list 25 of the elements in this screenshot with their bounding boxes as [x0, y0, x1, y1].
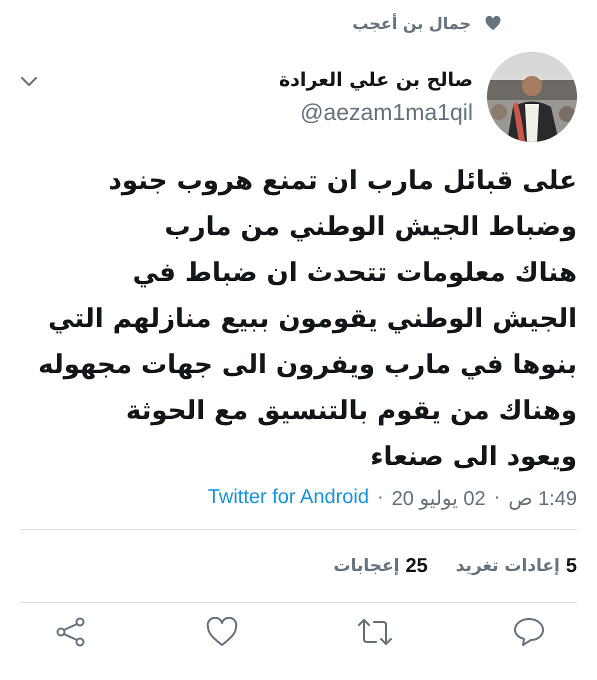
chevron-down-icon[interactable]: [20, 76, 38, 87]
tweet-date: 02 يوليو 20: [392, 487, 486, 511]
stat-count: 5: [566, 554, 577, 578]
stat-count: 25: [405, 554, 428, 578]
liked-by-name: جمال بن أعجب: [352, 14, 471, 32]
tweet-text-line: وهناك من يقوم بالتنسيق مع الحوثة: [124, 395, 577, 428]
stat-label[interactable]: إعجابات: [334, 556, 400, 576]
author-name[interactable]: صالح بن علي العرادة: [52, 68, 473, 90]
tweet-text-line: وضباط الجيش الوطني من مارب: [164, 211, 577, 244]
reply-icon[interactable]: [513, 617, 545, 647]
separator-dot: ·: [376, 486, 384, 510]
stat-label[interactable]: إعادات تغريد: [456, 556, 560, 576]
source-link[interactable]: Twitter for Android: [208, 486, 369, 511]
tweet-text-line: هناك معلومات تتحدث ان ضباط في: [132, 257, 577, 290]
tweet-text-line: بنوها في مارب ويفرون الى جهات مجهوله: [37, 349, 577, 382]
tweet-time: 1:49 ص: [508, 487, 577, 511]
retweet-icon[interactable]: [356, 617, 394, 647]
like-icon[interactable]: [206, 617, 238, 647]
tweet-text-line: الجيش الوطني يقومون ببيع منازلهم التي: [47, 303, 577, 336]
separator-dot: ·: [494, 486, 500, 510]
author-handle: @aezam1ma1qil: [299, 98, 473, 126]
share-icon[interactable]: [55, 617, 88, 647]
tweet-text-line: ويعود الى صنعاء: [369, 441, 577, 474]
heart-icon: [485, 16, 501, 30]
tweet-text-line: على قبائل مارب ان تمنع هروب جنود: [108, 165, 577, 198]
